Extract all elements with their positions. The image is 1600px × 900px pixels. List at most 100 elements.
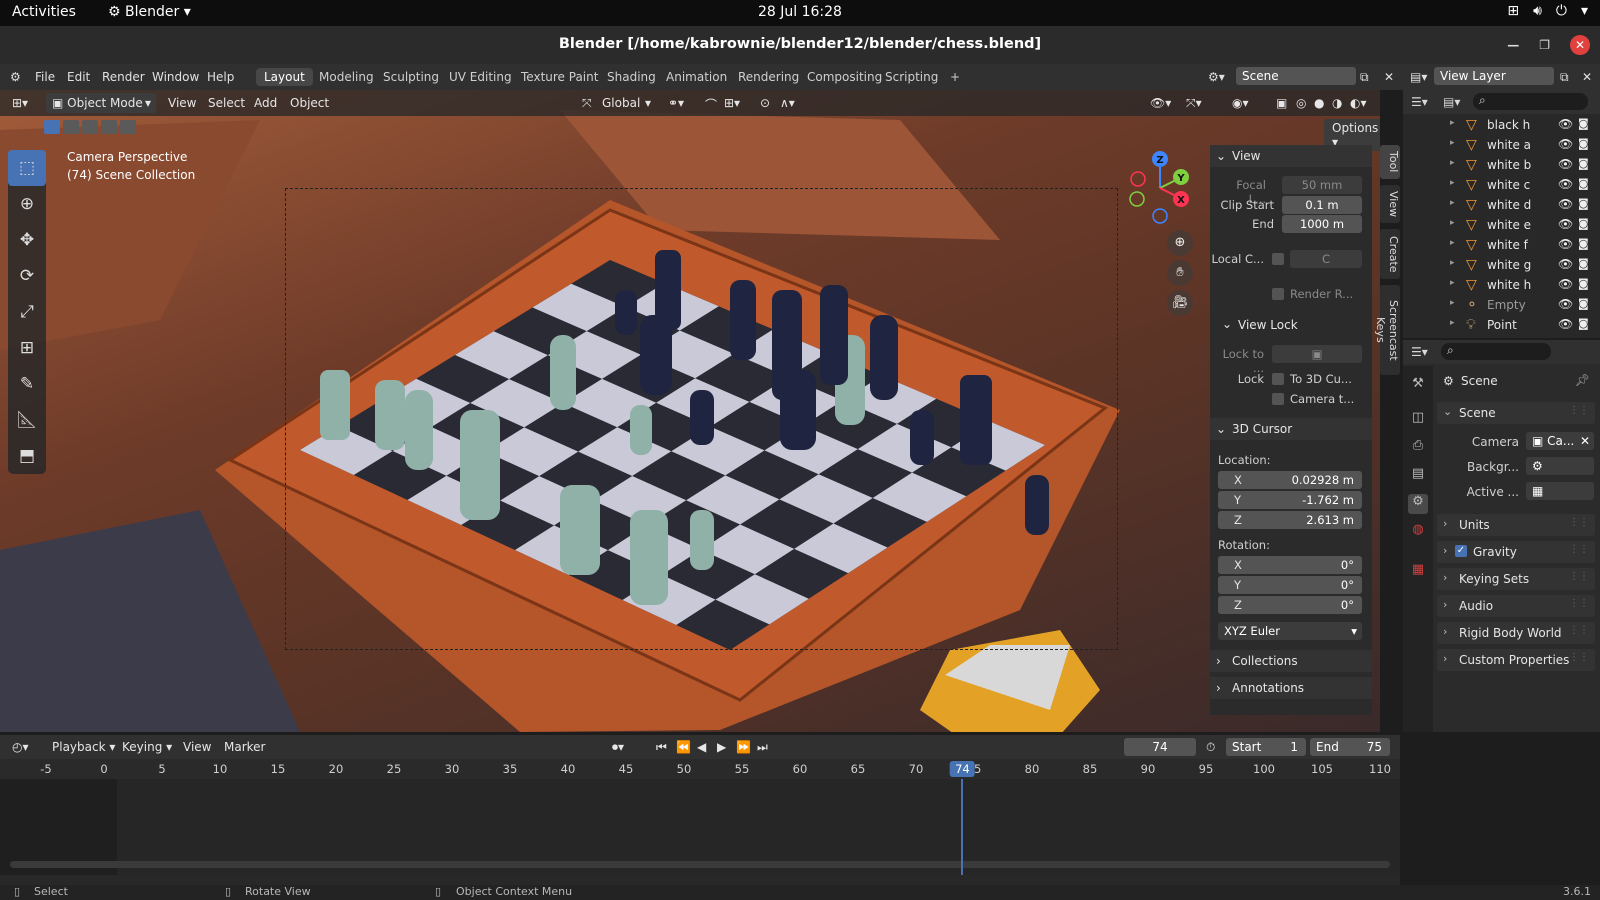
cursor-location-z[interactable]: Z 2.613 m bbox=[1218, 511, 1362, 529]
material-shading-icon[interactable]: ◑ bbox=[1332, 96, 1342, 110]
lock-to-object-field[interactable]: ▣ bbox=[1272, 345, 1362, 363]
play-reverse-icon[interactable]: ◀ bbox=[697, 740, 706, 754]
render-camera-icon[interactable]: ◙ bbox=[1578, 217, 1589, 230]
render-camera-icon[interactable]: ◙ bbox=[1578, 117, 1589, 130]
visibility-eye-icon[interactable]: 👁︎ bbox=[1558, 157, 1573, 171]
add-cube-icon[interactable]: ⬒ bbox=[8, 438, 46, 474]
cursor-icon[interactable]: ⊕ bbox=[8, 186, 46, 222]
minimize-button[interactable]: — bbox=[1507, 38, 1519, 52]
drag-handle-icon[interactable]: ⋮⋮ bbox=[1569, 625, 1589, 636]
visibility-eye-icon[interactable]: 👁︎ bbox=[1558, 117, 1573, 131]
scale-icon[interactable]: ⤢ bbox=[8, 294, 46, 330]
expand-arrow-icon[interactable]: ▸ bbox=[1450, 238, 1455, 248]
output-tab-icon[interactable]: ⎙ bbox=[1408, 438, 1428, 458]
tab-sculpting[interactable]: Sculpting bbox=[375, 68, 447, 86]
properties-search-input[interactable]: ⌕ bbox=[1441, 343, 1551, 360]
menu-edit[interactable]: Edit bbox=[67, 70, 90, 84]
transform-orientation-dropdown[interactable]: Global bbox=[602, 96, 640, 110]
close-button[interactable]: ✕ bbox=[1570, 35, 1590, 55]
playhead-line[interactable] bbox=[961, 779, 964, 875]
scene-camera-field[interactable]: ▣ Ca... ✕ bbox=[1526, 432, 1594, 450]
expand-arrow-icon[interactable]: ▸ bbox=[1450, 318, 1455, 328]
outliner-item-name[interactable]: white d bbox=[1487, 198, 1531, 212]
timeline-menu-playback[interactable]: Playback ▾ bbox=[52, 740, 115, 754]
visibility-eye-icon[interactable]: 👁︎ bbox=[1558, 317, 1573, 331]
camera-view-icon[interactable]: 🎥︎ bbox=[1167, 290, 1193, 316]
navigation-gizmo[interactable]: Z Y X bbox=[1125, 150, 1195, 225]
outliner-item-name[interactable]: white e bbox=[1487, 218, 1531, 232]
select-new-icon[interactable] bbox=[44, 120, 60, 134]
outliner-item-name[interactable]: white g bbox=[1487, 258, 1531, 272]
tab-animation[interactable]: Animation bbox=[658, 68, 735, 86]
new-view-layer-icon[interactable]: ⧉ bbox=[1560, 70, 1569, 85]
wireframe-shading-icon[interactable]: ◎ bbox=[1296, 96, 1306, 110]
drag-handle-icon[interactable]: ⋮⋮ bbox=[1569, 544, 1589, 555]
jump-end-icon[interactable]: ⏭ bbox=[757, 740, 768, 755]
timeline-menu-marker[interactable]: Marker bbox=[224, 740, 265, 754]
drag-handle-icon[interactable]: ⋮⋮ bbox=[1569, 517, 1589, 528]
tab-layout[interactable]: Layout bbox=[256, 68, 313, 86]
timeline-ruler[interactable]: -505101520253035404550556065707580859095… bbox=[0, 759, 1400, 779]
outliner-search-input[interactable]: ⌕ bbox=[1473, 93, 1588, 110]
editor-type-icon[interactable]: ☰▾ bbox=[1411, 95, 1428, 109]
viewport-menu-view[interactable]: View bbox=[168, 96, 196, 110]
clock[interactable]: 28 Jul 16:28 bbox=[758, 4, 842, 20]
clip-start-field[interactable]: 0.1 m bbox=[1282, 196, 1362, 214]
render-camera-icon[interactable]: ◙ bbox=[1578, 237, 1589, 250]
scene-tab-icon[interactable]: ⚙ bbox=[1408, 494, 1428, 514]
editor-type-icon[interactable]: ⊞▾ bbox=[12, 96, 28, 110]
sidebar-tab-create[interactable]: Create bbox=[1380, 229, 1400, 279]
rotation-mode-dropdown[interactable]: XYZ Euler ▾ bbox=[1218, 622, 1362, 640]
outliner-row[interactable]: ▸ ⚬ Empty 👁︎ ◙ bbox=[1403, 295, 1600, 315]
drag-handle-icon[interactable]: ⋮⋮ bbox=[1569, 571, 1589, 582]
end-frame-field[interactable]: End 75 bbox=[1310, 738, 1390, 756]
maximize-button[interactable]: ❐ bbox=[1539, 38, 1550, 52]
drag-handle-icon[interactable]: ⋮⋮ bbox=[1569, 405, 1589, 416]
expand-arrow-icon[interactable]: ▸ bbox=[1450, 158, 1455, 168]
sidebar-tab-tool[interactable]: Tool bbox=[1380, 145, 1400, 179]
transform-icon[interactable]: ⊞ bbox=[8, 330, 46, 366]
view-layer-field[interactable]: View Layer bbox=[1434, 67, 1554, 85]
editor-type-icon[interactable]: ☰▾ bbox=[1411, 345, 1428, 359]
expand-arrow-icon[interactable]: ▸ bbox=[1450, 258, 1455, 268]
rigid-body-world-panel-header[interactable]: › Rigid Body World ⋮⋮ bbox=[1437, 622, 1595, 644]
render-camera-icon[interactable]: ◙ bbox=[1578, 257, 1589, 270]
view-panel-header[interactable]: ⌄ View bbox=[1210, 145, 1372, 167]
annotations-panel-header[interactable]: › Annotations bbox=[1210, 677, 1372, 699]
clear-icon[interactable]: ✕ bbox=[1580, 434, 1590, 448]
render-camera-icon[interactable]: ◙ bbox=[1578, 317, 1589, 330]
scene-panel-header[interactable]: ⌄ Scene ⋮⋮ bbox=[1437, 402, 1595, 424]
pan-hand-icon[interactable]: ✋︎ bbox=[1167, 260, 1193, 286]
lock-camera-checkbox[interactable] bbox=[1272, 393, 1284, 405]
local-camera-field[interactable]: C bbox=[1290, 250, 1362, 268]
jump-keyframe-forward-icon[interactable]: ⏩ bbox=[736, 740, 751, 754]
outliner-item-name[interactable]: black h bbox=[1487, 118, 1530, 132]
select-subtract-icon[interactable] bbox=[82, 120, 98, 134]
render-camera-icon[interactable]: ◙ bbox=[1578, 137, 1589, 150]
pivot-point-icon[interactable]: ⚭▾ bbox=[668, 96, 684, 110]
expand-arrow-icon[interactable]: ▸ bbox=[1450, 118, 1455, 128]
select-box-icon[interactable]: ⬚ bbox=[8, 150, 46, 186]
power-icon[interactable]: ⏻ bbox=[1556, 3, 1567, 19]
add-workspace-button[interactable]: + bbox=[942, 68, 968, 86]
current-frame-field[interactable]: 74 bbox=[1124, 738, 1196, 756]
menu-window[interactable]: Window bbox=[152, 70, 199, 84]
outliner-row[interactable]: ▸ ▽ black h 👁︎ ◙ bbox=[1403, 115, 1600, 135]
viewport-menu-add[interactable]: Add bbox=[254, 96, 277, 110]
outliner-item-name[interactable]: white h bbox=[1487, 278, 1531, 292]
cursor-location-y[interactable]: Y -1.762 m bbox=[1218, 491, 1362, 509]
viewport-menu-select[interactable]: Select bbox=[208, 96, 245, 110]
visibility-eye-icon[interactable]: 👁︎ bbox=[1558, 277, 1573, 291]
visibility-eye-icon[interactable]: 👁︎ bbox=[1558, 177, 1573, 191]
tab-modeling[interactable]: Modeling bbox=[311, 68, 382, 86]
units-panel-header[interactable]: › Units ⋮⋮ bbox=[1437, 514, 1595, 536]
outliner-item-name[interactable]: white b bbox=[1487, 158, 1531, 172]
keying-sets-panel-header[interactable]: › Keying Sets ⋮⋮ bbox=[1437, 568, 1595, 590]
xray-icon[interactable]: ▣ bbox=[1276, 96, 1287, 110]
outliner-item-name[interactable]: white c bbox=[1487, 178, 1530, 192]
select-intersect-icon[interactable] bbox=[120, 120, 136, 134]
activities-button[interactable]: Activities bbox=[12, 4, 76, 20]
drag-handle-icon[interactable]: ⋮⋮ bbox=[1569, 598, 1589, 609]
cursor-rotation-x[interactable]: X 0° bbox=[1218, 556, 1362, 574]
render-tab-icon[interactable]: ◫ bbox=[1408, 410, 1428, 430]
